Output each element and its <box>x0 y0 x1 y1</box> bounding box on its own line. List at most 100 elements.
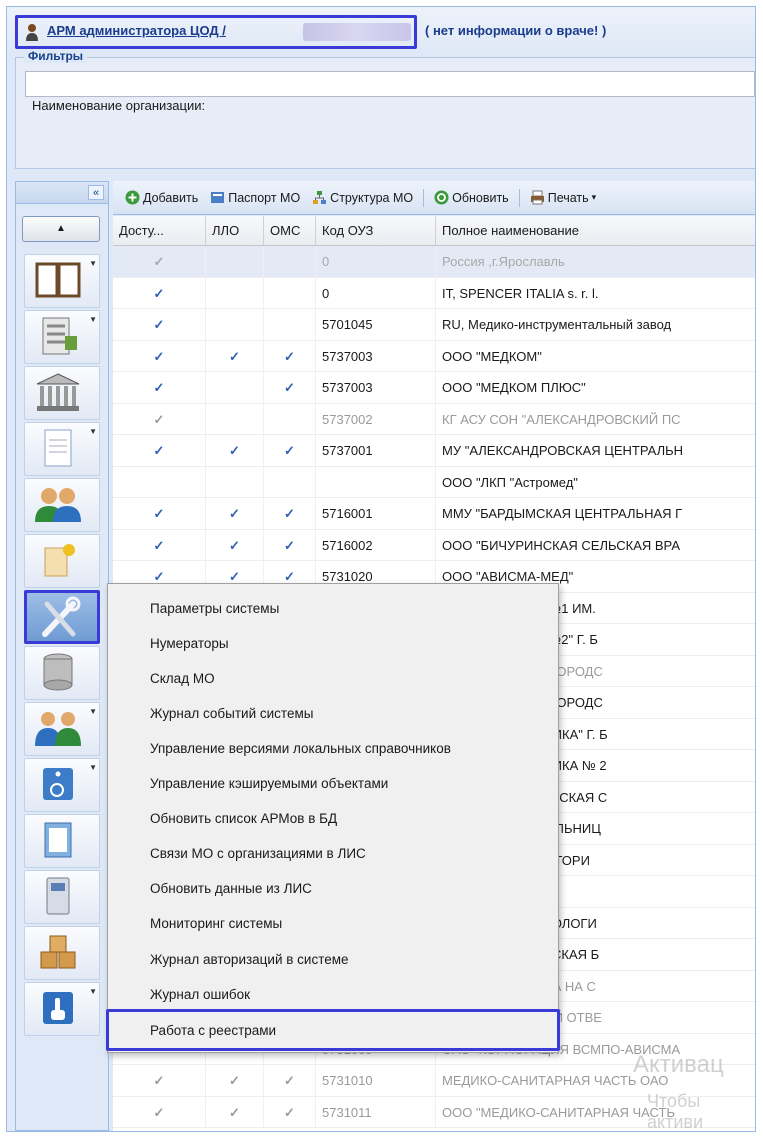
table-row[interactable]: ✓ ✓ 5737003 ООО "МЕДКОМ ПЛЮС" <box>113 372 755 404</box>
hand-pointer-icon <box>43 992 73 1024</box>
full-name-cell: КГ АСУ СОН "АЛЕКСАНДРОВСКИЙ ПС <box>436 404 755 435</box>
passport-icon <box>210 190 225 205</box>
table-row[interactable]: ✓ 5737002 КГ АСУ СОН "АЛЕКСАНДРОВСКИЙ ПС <box>113 403 755 435</box>
menu-item[interactable]: Работа с реестрами <box>150 1023 276 1038</box>
menu-item[interactable]: Журнал ошибок <box>150 987 250 1002</box>
wheelchair-icon <box>43 768 73 800</box>
add-button[interactable]: Добавить <box>121 190 202 205</box>
title-highlight-box <box>15 15 417 49</box>
access-cell: ✓ <box>113 246 206 277</box>
llo-cell <box>206 277 264 308</box>
menu-item[interactable]: Обновить список АРМов в БД <box>150 811 337 826</box>
structure-label: Структура МО <box>330 190 414 205</box>
passport-label: Паспорт МО <box>228 190 301 205</box>
passport-button[interactable]: Паспорт МО <box>206 190 304 205</box>
menu-item[interactable]: Управление версиями локальных справочник… <box>150 741 451 756</box>
column-header-llo[interactable]: ЛЛО <box>206 216 264 245</box>
llo-cell <box>206 372 264 403</box>
llo-cell: ✓ <box>206 435 264 466</box>
llo-cell: ✓ <box>206 1096 264 1127</box>
org-name-input[interactable] <box>25 71 755 97</box>
sidebar-tile-tools[interactable] <box>24 590 100 644</box>
table-row[interactable]: ✓ ✓ ✓ 5737003 ООО "МЕДКОМ" <box>113 340 755 372</box>
add-icon <box>125 190 140 205</box>
structure-icon <box>312 190 327 205</box>
sidebar-tile-boxes[interactable] <box>24 926 100 980</box>
chevron-down-icon: ▼ <box>89 987 97 996</box>
sidebar-tile-database[interactable] <box>24 646 100 700</box>
code-cell: 5737001 <box>316 435 436 466</box>
sidebar-tile-hand[interactable]: ▼ <box>24 982 100 1036</box>
printer-device-icon <box>46 877 70 915</box>
print-button[interactable]: Печать ▾ <box>526 190 600 205</box>
sidebar-tile-users-group[interactable]: ▼ <box>24 702 100 756</box>
table-row[interactable]: ✓ 5701045 RU, Медико-инструментальный заво… <box>113 309 755 341</box>
context-menu: Параметры системы Нумераторы Склад МО Журна… <box>106 583 560 1053</box>
add-label: Добавить <box>143 190 199 205</box>
table-row[interactable]: ✓ ✓ ✓ 5737001 МУ "АЛЕКСАНДРОВСКАЯ ЦЕНТРАЛЬН <box>113 435 755 467</box>
full-name-cell: Россия ,г.Ярославль <box>436 246 755 277</box>
llo-cell <box>206 309 264 340</box>
doctor-note: ( нет информации о враче! ) <box>425 23 607 38</box>
sidebar-tile-book[interactable]: ▼ <box>24 254 100 308</box>
menu-item[interactable]: Журнал авторизаций в системе <box>150 952 349 967</box>
chevron-down-icon: ▼ <box>89 707 97 716</box>
toolbar-separator <box>518 188 520 207</box>
table-row[interactable]: ООО "ЛКП "Астромед" <box>113 466 755 498</box>
full-name-cell: ООО "БИЧУРИНСКАЯ СЕЛЬСКАЯ ВРА <box>436 530 755 561</box>
chevron-down-icon: ▼ <box>89 259 97 268</box>
access-cell: ✓ <box>113 277 206 308</box>
sidebar-tile-document[interactable]: ▼ <box>24 422 100 476</box>
refresh-button[interactable]: Обновить <box>430 190 513 205</box>
llo-cell: ✓ <box>206 340 264 371</box>
table-row[interactable]: ✓ ✓ ✓ 5716002 ООО "БИЧУРИНСКАЯ СЕЛЬСКАЯ ВРА <box>113 529 755 561</box>
table-row[interactable]: ✓ 0 Россия ,г.Ярославль <box>113 246 755 278</box>
title-bar: АРМ администратора ЦОД / ( нет информаци… <box>7 7 755 51</box>
sidebar-tile-users[interactable] <box>24 478 100 532</box>
full-name-cell: МУ "АЛЕКСАНДРОВСКАЯ ЦЕНТРАЛЬН <box>436 435 755 466</box>
code-cell: 5716002 <box>316 529 436 560</box>
column-header-full-name[interactable]: Полное наименование <box>436 216 755 245</box>
scroll-up-button[interactable]: ▲ <box>22 216 100 242</box>
grid-header: Досту... ЛЛО ОМС Код ОУЗ Полное наименов… <box>113 216 755 246</box>
table-row[interactable]: ✓ 0 IT, SPENCER ITALIA s. r. l. <box>113 277 755 309</box>
structure-button[interactable]: Структура МО <box>308 190 417 205</box>
access-cell: ✓ <box>113 309 206 340</box>
sidebar-tile-key[interactable] <box>24 534 100 588</box>
column-header-oms[interactable]: ОМС <box>264 216 316 245</box>
sidebar-tile-building[interactable] <box>24 366 100 420</box>
access-cell: ✓ <box>113 1065 206 1096</box>
users-icon <box>35 488 81 522</box>
sidebar-tile-wheelchair[interactable]: ▼ <box>24 758 100 812</box>
access-cell: ✓ <box>113 372 206 403</box>
sidebar-tile-server[interactable]: ▼ <box>24 310 100 364</box>
code-cell: 0 <box>316 246 436 277</box>
menu-item[interactable]: Обновить данные из ЛИС <box>150 881 312 896</box>
menu-item[interactable]: Мониторинг системы <box>150 916 282 931</box>
column-header-code[interactable]: Код ОУЗ <box>316 216 436 245</box>
collapse-sidebar-button[interactable]: « <box>88 185 104 200</box>
oms-cell: ✓ <box>264 372 316 403</box>
oms-cell: ✓ <box>264 1065 316 1096</box>
llo-cell: ✓ <box>206 1065 264 1096</box>
access-cell: ✓ <box>113 1096 206 1127</box>
building-icon <box>36 373 80 411</box>
menu-item[interactable]: Связи МО с организациями в ЛИС <box>150 846 366 861</box>
menu-item[interactable]: Склад МО <box>150 671 215 686</box>
table-row[interactable]: ✓ ✓ ✓ 5716001 ММУ "БАРДЫМСКАЯ ЦЕНТРАЛЬНАЯ Г <box>113 498 755 530</box>
access-cell: ✓ <box>113 435 206 466</box>
sidebar-tile-device[interactable] <box>24 870 100 924</box>
menu-item[interactable]: Параметры системы <box>150 601 279 616</box>
llo-cell <box>206 466 264 497</box>
oms-cell: ✓ <box>264 340 316 371</box>
menu-item[interactable]: Нумераторы <box>150 636 229 651</box>
full-name-cell: IT, SPENCER ITALIA s. r. l. <box>436 278 755 309</box>
oms-cell: ✓ <box>264 498 316 529</box>
menu-item[interactable]: Журнал событий системы <box>150 706 313 721</box>
column-header-access[interactable]: Досту... <box>113 216 206 245</box>
key-pencil-icon <box>44 544 75 577</box>
menu-item[interactable]: Управление кэшируемыми объектами <box>150 776 388 791</box>
oms-cell <box>264 466 316 497</box>
sidebar-tile-notebook[interactable] <box>24 814 100 868</box>
oms-cell: ✓ <box>264 1096 316 1127</box>
